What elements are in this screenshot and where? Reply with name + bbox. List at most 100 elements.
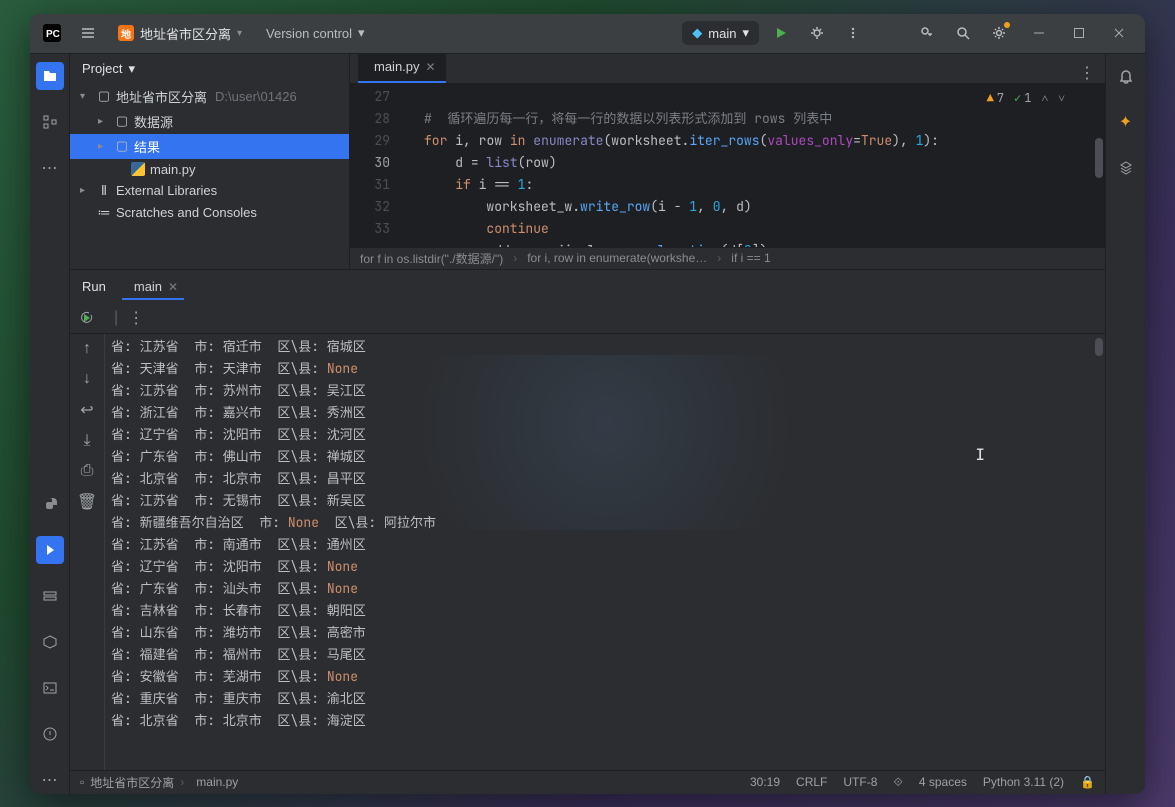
- warning-icon: ▲: [987, 90, 994, 106]
- chevron-down-icon: ▾: [742, 25, 749, 41]
- hamburger-menu-icon[interactable]: [74, 19, 102, 47]
- structure-tool-icon[interactable]: [36, 108, 64, 136]
- run-button[interactable]: [767, 19, 795, 47]
- ai-assistant-icon[interactable]: ✦: [1112, 108, 1140, 136]
- status-project[interactable]: 地址省市区分离: [90, 774, 174, 791]
- console-line: 省: 福建省 市: 福州市 区\县: 马尾区: [111, 644, 1105, 666]
- console-line: 省: 江苏省 市: 南通市 区\县: 通州区: [111, 534, 1105, 556]
- run-config-name: main: [708, 26, 736, 41]
- folder-icon: ▢: [114, 138, 130, 154]
- console-line: 省: 江苏省 市: 宿迁市 区\县: 宿城区: [111, 336, 1105, 358]
- editor-tab-menu-icon[interactable]: ⋮: [1069, 63, 1105, 83]
- status-file[interactable]: main.py: [196, 775, 238, 789]
- clear-icon[interactable]: 🗑: [77, 492, 97, 512]
- console-scrollbar[interactable]: [1095, 338, 1103, 356]
- window-controls: [1021, 19, 1137, 47]
- terminal-icon[interactable]: [36, 674, 64, 702]
- status-interpreter[interactable]: Python 3.11 (2): [983, 775, 1064, 789]
- close-tab-icon[interactable]: ✕: [168, 280, 178, 294]
- status-encoding[interactable]: UTF-8: [843, 775, 877, 789]
- editor-scrollbar[interactable]: [1093, 88, 1103, 243]
- prev-highlight-icon[interactable]: ˄: [1041, 90, 1048, 106]
- project-avatar-icon: 地: [118, 25, 134, 41]
- services-icon[interactable]: [36, 628, 64, 656]
- up-stack-icon[interactable]: ↑: [83, 340, 91, 358]
- library-icon: ⫴: [96, 183, 112, 199]
- editor-tab[interactable]: main.py ✕: [358, 53, 446, 83]
- search-icon[interactable]: [949, 19, 977, 47]
- editor-gutter: 27 28 29 30 31 32 33: [350, 84, 400, 247]
- console-output[interactable]: 𝙸 省: 江苏省 市: 宿迁市 区\县: 宿城区省: 天津省 市: 天津市 区\…: [104, 334, 1105, 770]
- console-line: 省: 北京省 市: 北京市 区\县: 海淀区: [111, 710, 1105, 732]
- run-tab[interactable]: main ✕: [122, 273, 184, 300]
- scroll-to-end-icon[interactable]: ⤓: [83, 432, 90, 450]
- lock-icon[interactable]: 🔒: [1080, 775, 1095, 789]
- code-editor[interactable]: 27 28 29 30 31 32 33 💡# 循环遍历每一行，将每一行的数据以…: [350, 84, 1105, 247]
- readonly-icon[interactable]: ⟐: [893, 775, 902, 790]
- chevron-down-icon: ▾: [237, 28, 242, 39]
- vcs-tool-icon[interactable]: ⋯: [36, 766, 64, 794]
- maximize-button[interactable]: [1061, 19, 1097, 47]
- more-tools-icon[interactable]: ⋯: [36, 154, 64, 182]
- tree-external-libraries[interactable]: ▸ ⫴ External Libraries: [70, 180, 349, 202]
- typo-count: 1: [1024, 90, 1031, 106]
- rerun-icon[interactable]: [80, 311, 94, 325]
- folder-icon: ▢: [96, 88, 112, 104]
- debug-button[interactable]: [803, 19, 831, 47]
- breadcrumb-bar: for f in os.listdir("./数据源/") › for i, r…: [350, 247, 1105, 269]
- settings-icon[interactable]: [985, 19, 1013, 47]
- run-config-dropdown[interactable]: ◆ main ▾: [682, 21, 759, 45]
- notifications-icon[interactable]: [1112, 62, 1140, 90]
- breadcrumb-item[interactable]: for i, row in enumerate(workshe…: [527, 251, 707, 265]
- text-cursor: 𝙸: [975, 444, 985, 466]
- tab-label: main.py: [374, 59, 420, 74]
- down-stack-icon[interactable]: ↓: [83, 370, 91, 388]
- more-icon[interactable]: ⋮: [128, 308, 144, 328]
- database-icon[interactable]: [1112, 154, 1140, 182]
- expand-icon: ▸: [98, 141, 110, 152]
- run-side-toolbar: ↑ ↓ ↩ ⤓ ⎙ 🗑: [70, 334, 104, 770]
- project-panel: Project ▾ ▾ ▢ 地址省市区分离 D:\user\01426 ▸ ▢: [70, 54, 350, 269]
- status-caret-pos[interactable]: 30:19: [750, 775, 780, 789]
- expand-icon: ▸: [80, 185, 92, 196]
- tree-folder[interactable]: ▸ ▢ 数据源: [70, 109, 349, 134]
- tree-folder[interactable]: ▸ ▢ 结果: [70, 134, 349, 159]
- folder-icon: ▢: [114, 113, 130, 129]
- project-dropdown[interactable]: 地 地址省市区分离 ▾: [110, 20, 250, 47]
- next-highlight-icon[interactable]: ˅: [1058, 90, 1065, 106]
- tree-root[interactable]: ▾ ▢ 地址省市区分离 D:\user\01426: [70, 84, 349, 109]
- run-tool-icon[interactable]: [36, 536, 64, 564]
- chevron-down-icon: ▾: [358, 25, 365, 41]
- packages-icon[interactable]: [36, 582, 64, 610]
- code-with-me-icon[interactable]: [913, 19, 941, 47]
- minimize-button[interactable]: [1021, 19, 1057, 47]
- project-tool-icon[interactable]: [36, 62, 64, 90]
- tree-label: 结果: [134, 137, 160, 156]
- close-tab-icon[interactable]: ✕: [426, 60, 436, 74]
- problems-icon[interactable]: [36, 720, 64, 748]
- print-icon[interactable]: ⎙: [81, 462, 94, 480]
- pycharm-logo-icon[interactable]: PC: [38, 19, 66, 47]
- status-indent[interactable]: 4 spaces: [919, 775, 967, 789]
- console-line: 省: 辽宁省 市: 沈阳市 区\县: 沈河区: [111, 424, 1105, 446]
- tree-file[interactable]: main.py: [70, 159, 349, 180]
- tree-path: D:\user\01426: [215, 89, 297, 104]
- code-content[interactable]: 💡# 循环遍历每一行，将每一行的数据以列表形式添加到 rows 列表中 for …: [400, 84, 1105, 247]
- project-panel-header[interactable]: Project ▾: [70, 54, 349, 84]
- vcs-label: Version control: [266, 26, 352, 41]
- breadcrumb-item[interactable]: for f in os.listdir("./数据源/"): [360, 250, 503, 267]
- more-actions-icon[interactable]: [839, 19, 867, 47]
- close-button[interactable]: [1101, 19, 1137, 47]
- editor-inspection-widget[interactable]: ▲7 ✓1 ˄ ˅: [987, 90, 1065, 106]
- soft-wrap-icon[interactable]: ↩: [80, 400, 93, 420]
- python-icon: ◆: [692, 25, 702, 41]
- breadcrumb-item[interactable]: if i == 1: [731, 251, 770, 265]
- python-file-icon: [130, 162, 146, 176]
- project-header-label: Project: [82, 61, 122, 76]
- tree-scratches[interactable]: ≔ Scratches and Consoles: [70, 202, 349, 224]
- status-line-sep[interactable]: CRLF: [796, 775, 827, 789]
- python-console-icon[interactable]: [36, 490, 64, 518]
- run-panel-title: Run: [82, 279, 106, 294]
- vcs-dropdown[interactable]: Version control ▾: [266, 25, 365, 41]
- expand-icon: ▸: [98, 116, 110, 127]
